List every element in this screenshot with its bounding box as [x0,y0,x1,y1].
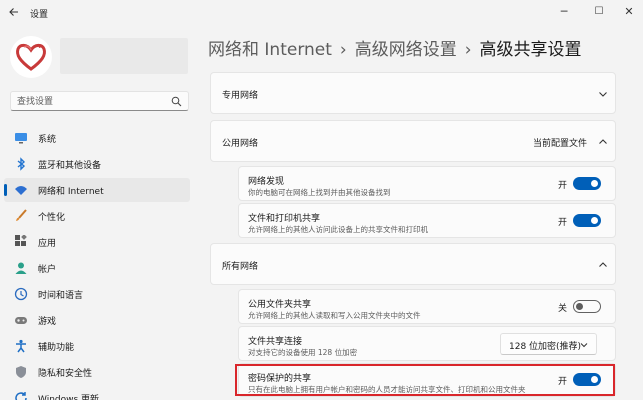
sidebar-item-gaming[interactable]: 游戏 [4,308,190,332]
toggle-state-label: 开 [557,181,567,191]
breadcrumb-separator: › [339,40,347,60]
setting-public-folder-sharing: 公用文件夹共享 允许网络上的其他人读取和写入公用文件夹中的文件 关 [238,289,616,324]
avatar[interactable] [10,36,52,78]
file-printer-sharing-toggle[interactable] [573,214,601,227]
setting-description: 对支持它的设备使用 128 位加密 [248,348,358,357]
setting-file-printer-sharing: 文件和打印机共享 允许网络上的其他人访问此设备上的共享文件和打印机 开 [238,203,616,238]
highlight-box [235,364,615,396]
sidebar-item-system[interactable]: 系统 [4,126,190,150]
sidebar-item-accessibility[interactable]: 辅助功能 [4,334,190,358]
maximize-button[interactable]: ☐ [588,4,610,20]
chevron-down-icon[interactable] [598,89,608,99]
section-title: 所有网络 [222,262,259,272]
sidebar-item-network[interactable]: 网络和 Internet [4,178,190,202]
setting-description: 允许网络上的其他人访问此设备上的共享文件和打印机 [248,225,428,234]
toggle-state-label: 开 [557,218,567,228]
title-bar: 设置 ─ ☐ ✕ [0,0,643,28]
app-title: 设置 [30,10,49,20]
sidebar-item-label: 帐户 [38,265,57,275]
back-arrow-icon [9,8,18,16]
search-input[interactable] [17,95,167,108]
setting-network-discovery: 网络发现 你的电脑可在网络上找到并由其他设备找到 开 [238,166,616,201]
breadcrumb-separator: › [464,40,472,60]
sidebar-item-label: 个性化 [38,213,66,223]
encryption-dropdown[interactable]: 128 位加密(推荐) [500,333,597,355]
sidebar-item-time-language[interactable]: 时间和语言 [4,282,190,306]
sidebar-item-label: 应用 [38,239,57,249]
sidebar-item-label: 时间和语言 [38,291,84,301]
update-icon [15,392,27,400]
page-title: 高级共享设置 [479,40,582,60]
gamepad-icon [15,317,27,324]
section-public-network[interactable]: 公用网络 当前配置文件 [210,120,616,162]
profile-info-redacted [60,38,188,74]
sidebar-item-privacy[interactable]: 隐私和安全性 [4,360,190,384]
accessibility-icon [16,339,26,353]
sidebar-item-accounts[interactable]: 帐户 [4,256,190,280]
sidebar-item-label: Windows 更新 [38,395,100,400]
public-folder-sharing-toggle[interactable] [573,300,601,313]
section-title: 专用网络 [222,91,259,101]
sidebar-item-windows-update[interactable]: Windows 更新 [4,386,190,400]
shield-icon [16,366,26,378]
sidebar-item-label: 网络和 Internet [38,187,104,197]
current-profile-label: 当前配置文件 [532,139,587,149]
wifi-icon [15,186,27,195]
chevron-up-icon[interactable] [598,260,608,270]
setting-title: 文件和打印机共享 [248,214,321,224]
toggle-knob [591,217,598,224]
sidebar-item-apps[interactable]: 应用 [4,230,190,254]
heart-avatar-icon [16,43,46,71]
sidebar-item-label: 蓝牙和其他设备 [38,161,102,171]
network-discovery-toggle[interactable] [573,177,601,190]
setting-description: 允许网络上的其他人读取和写入公用文件夹中的文件 [248,311,421,320]
setting-title: 文件共享连接 [248,337,303,347]
search-box[interactable] [10,91,189,111]
brush-icon [16,209,27,221]
setting-title: 公用文件夹共享 [248,300,312,310]
apps-icon [15,235,27,246]
close-button[interactable]: ✕ [618,4,640,20]
sidebar-item-label: 隐私和安全性 [38,369,93,379]
section-all-networks[interactable]: 所有网络 [210,243,616,285]
search-icon [171,96,182,107]
toggle-knob [591,180,598,187]
sidebar-item-label: 系统 [38,135,57,145]
sidebar-nav: 系统 蓝牙和其他设备 网络和 Internet 个性化 应用 帐户 时间和语言 … [4,126,190,400]
back-button[interactable] [6,6,22,22]
sidebar-item-personalization[interactable]: 个性化 [4,204,190,228]
section-private-network[interactable]: 专用网络 [210,72,616,114]
breadcrumb: 网络和 Internet › 高级网络设置 › 高级共享设置 [208,35,582,60]
bluetooth-icon [17,157,26,171]
chevron-down-icon [580,343,588,348]
toggle-state-label: 关 [557,304,567,314]
setting-title: 网络发现 [248,177,285,187]
person-icon [15,262,27,274]
toggle-knob [576,303,583,310]
section-title: 公用网络 [222,139,259,149]
breadcrumb-network[interactable]: 网络和 Internet [208,40,332,60]
sidebar-item-label: 游戏 [38,317,57,327]
breadcrumb-advanced-network[interactable]: 高级网络设置 [355,40,457,60]
chevron-up-icon[interactable] [598,137,608,147]
setting-file-sharing-connections: 文件共享连接 对支持它的设备使用 128 位加密 128 位加密(推荐) [238,326,616,361]
monitor-icon [15,133,27,144]
dropdown-selected-value: 128 位加密(推荐) [509,342,582,352]
sidebar-item-bluetooth[interactable]: 蓝牙和其他设备 [4,152,190,176]
sidebar-item-label: 辅助功能 [38,343,75,353]
minimize-button[interactable]: ─ [553,4,575,20]
setting-description: 你的电脑可在网络上找到并由其他设备找到 [248,188,391,197]
globe-clock-icon [14,287,28,301]
